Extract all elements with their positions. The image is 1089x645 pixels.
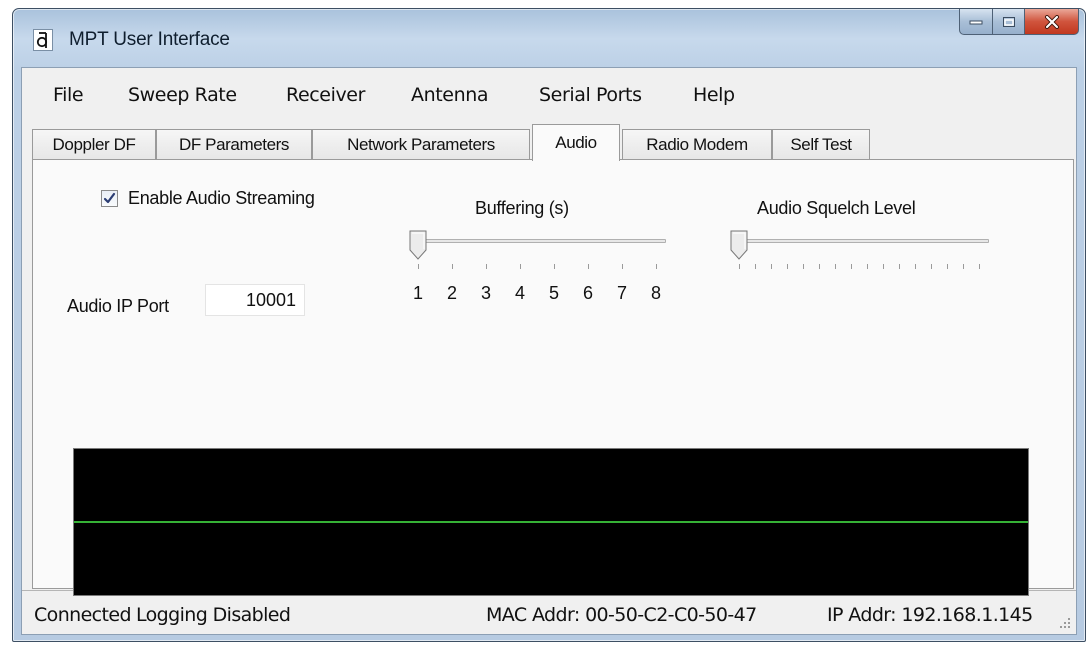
enable-audio-streaming[interactable]: Enable Audio Streaming <box>101 188 315 209</box>
squelch-tick <box>835 264 836 269</box>
squelch-tick <box>883 264 884 269</box>
buffering-scale-1: 1 <box>413 283 424 303</box>
buffering-scale-8: 8 <box>651 283 662 303</box>
status-connection: Connected <box>34 604 132 626</box>
resize-grip-icon[interactable] <box>1058 616 1072 630</box>
checkmark-icon <box>103 192 116 204</box>
tab-df-parameters[interactable]: DF Parameters <box>156 129 312 160</box>
tab-network-parameters[interactable]: Network Parameters <box>312 129 530 160</box>
menu-file[interactable]: File <box>53 84 84 106</box>
squelch-tick <box>947 264 948 269</box>
buffering-scale-2: 2 <box>447 283 458 303</box>
buffering-tick <box>418 264 419 269</box>
buffering-scale-5: 5 <box>549 283 560 303</box>
tab-self-test[interactable]: Self Test <box>772 129 870 160</box>
audio-ip-port-label: Audio IP Port <box>67 296 169 316</box>
squelch-tick <box>963 264 964 269</box>
squelch-slider-title: Audio Squelch Level <box>757 198 916 218</box>
tab-radio-modem[interactable]: Radio Modem <box>622 129 772 160</box>
app-window: MPT User Interface File Sweep Rate Recei… <box>12 8 1086 642</box>
menu-antenna[interactable]: Antenna <box>411 84 489 106</box>
squelch-tick <box>979 264 980 269</box>
minimize-button[interactable] <box>959 9 993 35</box>
squelch-tick <box>931 264 932 269</box>
squelch-tick <box>851 264 852 269</box>
buffering-tick <box>452 264 453 269</box>
window-title: MPT User Interface <box>69 29 230 50</box>
status-ip-address: IP Addr: 192.168.1.145 <box>827 604 1033 626</box>
buffering-tick <box>486 264 487 269</box>
title-bar[interactable]: MPT User Interface <box>13 9 1085 67</box>
squelch-tick <box>915 264 916 269</box>
squelch-tick <box>803 264 804 269</box>
client-area: File Sweep Rate Receiver Antenna Serial … <box>21 67 1077 635</box>
buffering-slider-title: Buffering (s) <box>475 198 569 218</box>
close-icon <box>1044 14 1059 29</box>
close-button[interactable] <box>1025 9 1079 35</box>
squelch-tick <box>739 264 740 269</box>
buffering-scale-3: 3 <box>481 283 492 303</box>
buffering-scale-7: 7 <box>617 283 628 303</box>
status-logging: Logging Disabled <box>136 604 291 626</box>
buffering-tick <box>520 264 521 269</box>
enable-audio-streaming-label: Enable Audio Streaming <box>128 188 315 208</box>
caption-buttons <box>959 9 1079 37</box>
menu-receiver[interactable]: Receiver <box>286 84 365 106</box>
buffering-tick <box>622 264 623 269</box>
squelch-tick <box>755 264 756 269</box>
squelch-ticks <box>739 264 981 270</box>
squelch-slider-track[interactable] <box>739 239 989 243</box>
squelch-tick <box>771 264 772 269</box>
status-mac-address: MAC Addr: 00-50-C2-C0-50-47 <box>486 604 757 626</box>
buffering-tick <box>588 264 589 269</box>
buffering-ticks <box>418 264 658 270</box>
audio-scope-display <box>73 448 1029 596</box>
buffering-tick <box>554 264 555 269</box>
enable-audio-streaming-checkbox[interactable] <box>101 190 118 207</box>
status-bar: Connected Logging Disabled MAC Addr: 00-… <box>22 590 1076 634</box>
audio-ip-port-input[interactable] <box>205 284 305 316</box>
menu-serial-ports[interactable]: Serial Ports <box>539 84 642 106</box>
squelch-tick <box>787 264 788 269</box>
buffering-tick <box>656 264 657 269</box>
tab-audio[interactable]: Audio <box>532 124 620 161</box>
squelch-tick <box>819 264 820 269</box>
tab-strip: Doppler DF DF Parameters Network Paramet… <box>32 124 1076 161</box>
maximize-button[interactable] <box>993 9 1025 35</box>
menu-bar: File Sweep Rate Receiver Antenna Serial … <box>22 68 1076 126</box>
buffering-slider-track[interactable] <box>418 239 666 243</box>
buffering-scale-4: 4 <box>515 283 526 303</box>
minimize-icon <box>969 20 983 24</box>
squelch-slider-thumb[interactable] <box>730 230 748 260</box>
tab-doppler-df[interactable]: Doppler DF <box>32 129 156 160</box>
mpt-logo-icon[interactable] <box>33 29 53 51</box>
buffering-slider-thumb[interactable] <box>409 230 427 260</box>
maximize-icon <box>1002 16 1015 27</box>
audio-tab-panel: Enable Audio Streaming Audio IP Port Buf… <box>32 159 1074 596</box>
buffering-scale-6: 6 <box>583 283 594 303</box>
menu-help[interactable]: Help <box>693 84 735 106</box>
squelch-tick <box>899 264 900 269</box>
menu-sweep-rate[interactable]: Sweep Rate <box>128 84 237 106</box>
audio-scope-trace <box>74 521 1028 523</box>
squelch-tick <box>867 264 868 269</box>
